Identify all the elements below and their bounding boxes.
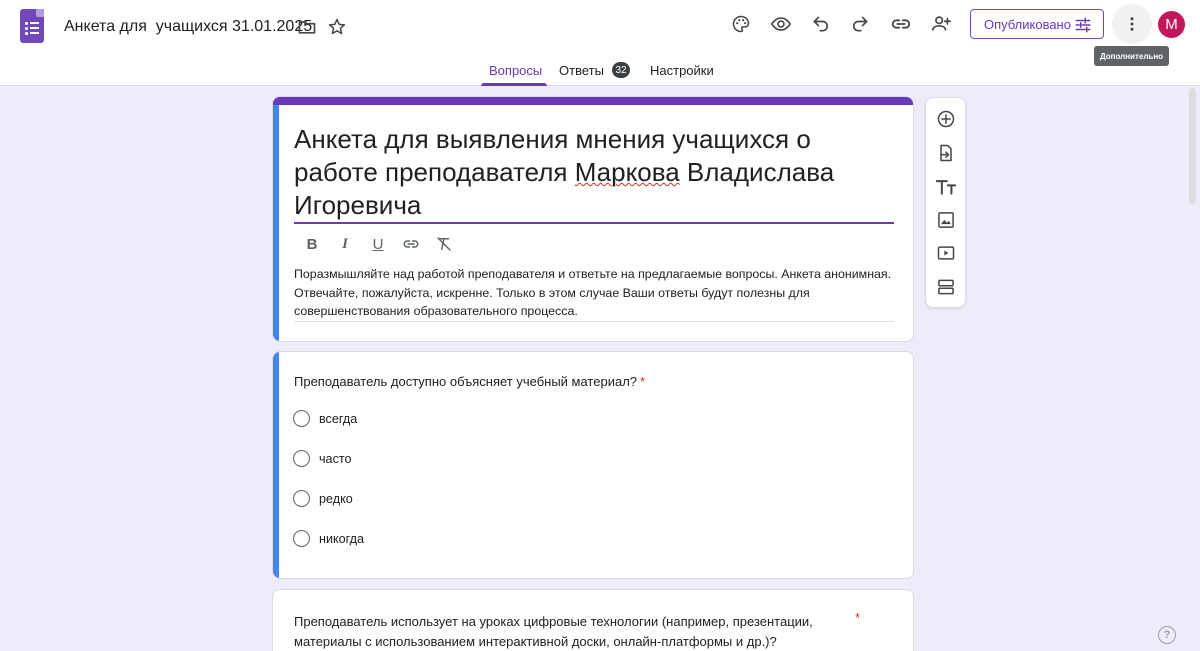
tab-bar: Вопросы Ответы 32 Настройки [0, 57, 1200, 86]
active-tab-indicator [481, 83, 547, 86]
add-title-icon[interactable] [935, 176, 957, 198]
underline-button[interactable]: U [367, 233, 389, 255]
radio-button[interactable] [293, 410, 310, 427]
eye-icon[interactable] [769, 12, 793, 36]
link-icon[interactable] [889, 12, 913, 36]
bold-button[interactable]: B [301, 233, 323, 255]
radio-option[interactable]: всегда [293, 410, 357, 427]
radio-button[interactable] [293, 530, 310, 547]
option-label: никогда [319, 531, 365, 546]
sliders-icon [1074, 16, 1092, 37]
add-question-icon[interactable] [935, 108, 957, 130]
question-text[interactable]: Преподаватель использует на уроках цифро… [294, 612, 854, 651]
required-mark: * [640, 374, 646, 389]
more-vert-icon[interactable] [1112, 4, 1152, 44]
undo-icon[interactable] [809, 12, 833, 36]
tab-settings[interactable]: Настройки [650, 63, 714, 78]
avatar[interactable]: M [1158, 11, 1185, 38]
document-title[interactable]: Анкета для учащихся 31.01.2025 [64, 18, 312, 36]
clear-format-icon[interactable] [433, 233, 455, 255]
form-title[interactable]: Анкета для выявления мнения учащихся о р… [294, 123, 894, 222]
more-tooltip: Дополнительно [1094, 46, 1169, 66]
accent-stripe [273, 97, 913, 105]
forms-logo-icon[interactable] [20, 9, 44, 43]
person-add-icon[interactable] [929, 12, 953, 36]
tab-questions[interactable]: Вопросы [489, 63, 542, 78]
publish-button[interactable]: Опубликовано [970, 9, 1104, 39]
required-mark: * [855, 610, 861, 625]
radio-button[interactable] [293, 490, 310, 507]
help-icon[interactable]: ? [1158, 626, 1176, 644]
import-questions-icon[interactable] [935, 142, 957, 164]
add-video-icon[interactable] [935, 242, 957, 264]
scrollbar[interactable] [1189, 88, 1196, 204]
add-image-icon[interactable] [935, 209, 957, 231]
insert-link-icon[interactable] [400, 233, 422, 255]
form-title-card[interactable]: Анкета для выявления мнения учащихся о р… [272, 96, 914, 342]
radio-option[interactable]: редко [293, 490, 353, 507]
floating-toolbar [925, 97, 966, 308]
format-toolbar: B I U [301, 233, 455, 255]
radio-button[interactable] [293, 450, 310, 467]
title-underline [294, 222, 894, 224]
title-spellcheck-word: Маркова [574, 157, 680, 187]
palette-icon[interactable] [729, 12, 753, 36]
add-section-icon[interactable] [935, 276, 957, 298]
question-card[interactable]: Преподаватель использует на уроках цифро… [272, 589, 914, 651]
responses-count-badge: 32 [612, 62, 630, 78]
question-title[interactable]: Преподаватель доступно объясняет учебный… [294, 374, 645, 389]
question-text: Преподаватель доступно объясняет учебный… [294, 374, 638, 389]
star-icon[interactable] [326, 16, 348, 38]
redo-icon[interactable] [848, 12, 872, 36]
radio-option[interactable]: часто [293, 450, 352, 467]
tab-responses[interactable]: Ответы [559, 63, 604, 78]
top-bar: Анкета для учащихся 31.01.2025 Опубликов… [0, 0, 1200, 86]
italic-button[interactable]: I [334, 233, 356, 255]
option-label: редко [319, 491, 353, 506]
form-description[interactable]: Поразмышляйте над работой преподавателя … [294, 265, 894, 321]
question-card[interactable]: Преподаватель доступно объясняет учебный… [272, 351, 914, 579]
description-underline [294, 321, 894, 322]
publish-label: Опубликовано [984, 16, 1071, 32]
option-label: часто [319, 451, 352, 466]
folder-icon[interactable] [296, 16, 318, 38]
option-label: всегда [319, 411, 358, 426]
radio-option[interactable]: никогда [293, 530, 364, 547]
